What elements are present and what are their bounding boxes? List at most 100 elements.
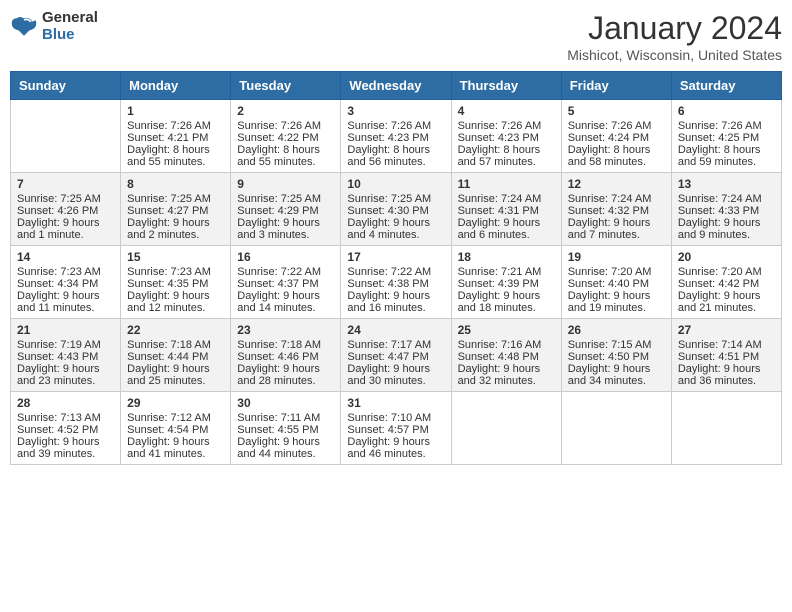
- daylight-text: Daylight: 9 hours and 21 minutes.: [678, 290, 775, 314]
- calendar-cell: 9Sunrise: 7:25 AMSunset: 4:29 PMDaylight…: [231, 173, 341, 246]
- calendar-week-row: 14Sunrise: 7:23 AMSunset: 4:34 PMDayligh…: [11, 246, 782, 319]
- day-number: 13: [678, 177, 775, 191]
- day-number: 18: [458, 250, 555, 264]
- sunrise-text: Sunrise: 7:25 AM: [347, 193, 444, 205]
- daylight-text: Daylight: 9 hours and 4 minutes.: [347, 217, 444, 241]
- daylight-text: Daylight: 9 hours and 3 minutes.: [237, 217, 334, 241]
- sunset-text: Sunset: 4:42 PM: [678, 278, 775, 290]
- daylight-text: Daylight: 9 hours and 44 minutes.: [237, 436, 334, 460]
- calendar-cell: [561, 392, 671, 465]
- calendar-cell: 27Sunrise: 7:14 AMSunset: 4:51 PMDayligh…: [671, 319, 781, 392]
- sunrise-text: Sunrise: 7:14 AM: [678, 339, 775, 351]
- daylight-text: Daylight: 8 hours and 55 minutes.: [127, 144, 224, 168]
- daylight-text: Daylight: 9 hours and 11 minutes.: [17, 290, 114, 314]
- calendar-cell: 5Sunrise: 7:26 AMSunset: 4:24 PMDaylight…: [561, 100, 671, 173]
- sunset-text: Sunset: 4:25 PM: [678, 132, 775, 144]
- daylight-text: Daylight: 8 hours and 59 minutes.: [678, 144, 775, 168]
- daylight-text: Daylight: 9 hours and 19 minutes.: [568, 290, 665, 314]
- daylight-text: Daylight: 9 hours and 39 minutes.: [17, 436, 114, 460]
- day-number: 10: [347, 177, 444, 191]
- sunset-text: Sunset: 4:29 PM: [237, 205, 334, 217]
- daylight-text: Daylight: 8 hours and 58 minutes.: [568, 144, 665, 168]
- sunrise-text: Sunrise: 7:16 AM: [458, 339, 555, 351]
- sunset-text: Sunset: 4:31 PM: [458, 205, 555, 217]
- calendar-cell: 14Sunrise: 7:23 AMSunset: 4:34 PMDayligh…: [11, 246, 121, 319]
- daylight-text: Daylight: 9 hours and 16 minutes.: [347, 290, 444, 314]
- sunset-text: Sunset: 4:23 PM: [458, 132, 555, 144]
- sunset-text: Sunset: 4:57 PM: [347, 424, 444, 436]
- sunrise-text: Sunrise: 7:25 AM: [17, 193, 114, 205]
- sunrise-text: Sunrise: 7:21 AM: [458, 266, 555, 278]
- daylight-text: Daylight: 9 hours and 6 minutes.: [458, 217, 555, 241]
- sunrise-text: Sunrise: 7:12 AM: [127, 412, 224, 424]
- daylight-text: Daylight: 9 hours and 1 minute.: [17, 217, 114, 241]
- calendar-cell: 31Sunrise: 7:10 AMSunset: 4:57 PMDayligh…: [341, 392, 451, 465]
- sunrise-text: Sunrise: 7:26 AM: [458, 120, 555, 132]
- calendar-cell: 25Sunrise: 7:16 AMSunset: 4:48 PMDayligh…: [451, 319, 561, 392]
- day-number: 23: [237, 323, 334, 337]
- sunrise-text: Sunrise: 7:24 AM: [678, 193, 775, 205]
- calendar-week-row: 21Sunrise: 7:19 AMSunset: 4:43 PMDayligh…: [11, 319, 782, 392]
- weekday-header-thursday: Thursday: [451, 72, 561, 100]
- calendar-cell: 19Sunrise: 7:20 AMSunset: 4:40 PMDayligh…: [561, 246, 671, 319]
- sunset-text: Sunset: 4:47 PM: [347, 351, 444, 363]
- weekday-header-monday: Monday: [121, 72, 231, 100]
- sunset-text: Sunset: 4:30 PM: [347, 205, 444, 217]
- sunrise-text: Sunrise: 7:25 AM: [127, 193, 224, 205]
- daylight-text: Daylight: 9 hours and 12 minutes.: [127, 290, 224, 314]
- sunrise-text: Sunrise: 7:17 AM: [347, 339, 444, 351]
- day-number: 19: [568, 250, 665, 264]
- sunset-text: Sunset: 4:50 PM: [568, 351, 665, 363]
- day-number: 25: [458, 323, 555, 337]
- month-title: January 2024: [567, 10, 782, 47]
- sunrise-text: Sunrise: 7:26 AM: [347, 120, 444, 132]
- sunrise-text: Sunrise: 7:19 AM: [17, 339, 114, 351]
- sunset-text: Sunset: 4:44 PM: [127, 351, 224, 363]
- sunset-text: Sunset: 4:26 PM: [17, 205, 114, 217]
- day-number: 12: [568, 177, 665, 191]
- calendar-cell: 4Sunrise: 7:26 AMSunset: 4:23 PMDaylight…: [451, 100, 561, 173]
- sunrise-text: Sunrise: 7:22 AM: [347, 266, 444, 278]
- sunset-text: Sunset: 4:55 PM: [237, 424, 334, 436]
- daylight-text: Daylight: 9 hours and 30 minutes.: [347, 363, 444, 387]
- calendar-cell: 15Sunrise: 7:23 AMSunset: 4:35 PMDayligh…: [121, 246, 231, 319]
- sunrise-text: Sunrise: 7:10 AM: [347, 412, 444, 424]
- sunset-text: Sunset: 4:39 PM: [458, 278, 555, 290]
- calendar-week-row: 7Sunrise: 7:25 AMSunset: 4:26 PMDaylight…: [11, 173, 782, 246]
- calendar-cell: 12Sunrise: 7:24 AMSunset: 4:32 PMDayligh…: [561, 173, 671, 246]
- sunrise-text: Sunrise: 7:24 AM: [568, 193, 665, 205]
- calendar-cell: 18Sunrise: 7:21 AMSunset: 4:39 PMDayligh…: [451, 246, 561, 319]
- daylight-text: Daylight: 9 hours and 34 minutes.: [568, 363, 665, 387]
- calendar-week-row: 28Sunrise: 7:13 AMSunset: 4:52 PMDayligh…: [11, 392, 782, 465]
- day-number: 2: [237, 104, 334, 118]
- logo-general-text: General: [42, 10, 98, 27]
- sunset-text: Sunset: 4:32 PM: [568, 205, 665, 217]
- daylight-text: Daylight: 9 hours and 28 minutes.: [237, 363, 334, 387]
- calendar-cell: 3Sunrise: 7:26 AMSunset: 4:23 PMDaylight…: [341, 100, 451, 173]
- logo: General Blue: [10, 10, 98, 43]
- sunset-text: Sunset: 4:35 PM: [127, 278, 224, 290]
- sunset-text: Sunset: 4:54 PM: [127, 424, 224, 436]
- sunrise-text: Sunrise: 7:15 AM: [568, 339, 665, 351]
- sunrise-text: Sunrise: 7:20 AM: [568, 266, 665, 278]
- sunset-text: Sunset: 4:27 PM: [127, 205, 224, 217]
- day-number: 14: [17, 250, 114, 264]
- weekday-header-saturday: Saturday: [671, 72, 781, 100]
- daylight-text: Daylight: 9 hours and 25 minutes.: [127, 363, 224, 387]
- day-number: 22: [127, 323, 224, 337]
- weekday-header-row: SundayMondayTuesdayWednesdayThursdayFrid…: [11, 72, 782, 100]
- sunset-text: Sunset: 4:24 PM: [568, 132, 665, 144]
- sunrise-text: Sunrise: 7:23 AM: [127, 266, 224, 278]
- day-number: 6: [678, 104, 775, 118]
- sunrise-text: Sunrise: 7:24 AM: [458, 193, 555, 205]
- sunrise-text: Sunrise: 7:11 AM: [237, 412, 334, 424]
- day-number: 7: [17, 177, 114, 191]
- sunset-text: Sunset: 4:23 PM: [347, 132, 444, 144]
- sunset-text: Sunset: 4:43 PM: [17, 351, 114, 363]
- sunset-text: Sunset: 4:48 PM: [458, 351, 555, 363]
- daylight-text: Daylight: 9 hours and 9 minutes.: [678, 217, 775, 241]
- day-number: 28: [17, 396, 114, 410]
- calendar-cell: 28Sunrise: 7:13 AMSunset: 4:52 PMDayligh…: [11, 392, 121, 465]
- day-number: 9: [237, 177, 334, 191]
- calendar-cell: 23Sunrise: 7:18 AMSunset: 4:46 PMDayligh…: [231, 319, 341, 392]
